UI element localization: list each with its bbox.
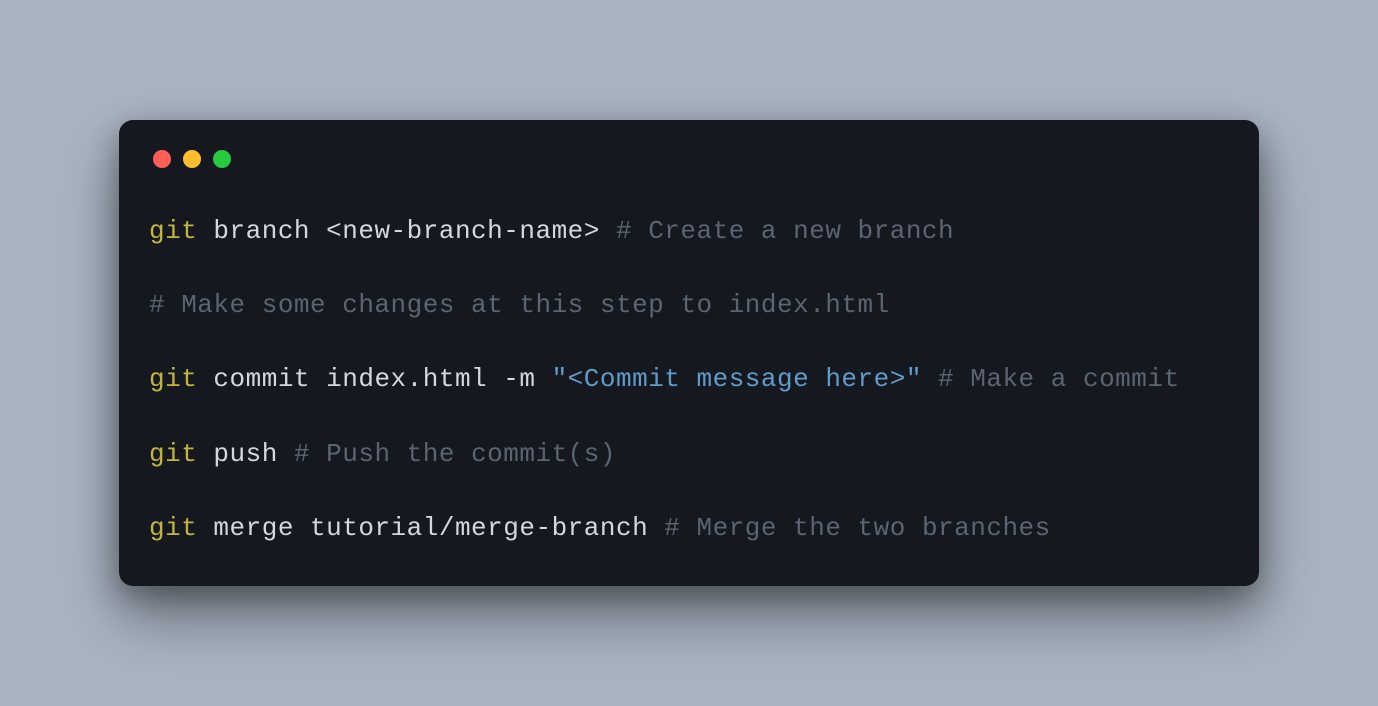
token-text: merge tutorial/merge-branch [197,513,664,543]
code-line-3: git commit index.html -m "<Commit messag… [149,361,1229,397]
token-comment: # Create a new branch [616,216,954,246]
token-text: push [197,439,294,469]
token-comment: # Make a commit [938,364,1180,394]
maximize-icon[interactable] [213,150,231,168]
code-content: git branch <new-branch-name> # Create a … [149,213,1229,547]
token-comment: # Push the commit(s) [294,439,616,469]
token-command: git [149,513,197,543]
token-comment: # Merge the two branches [664,513,1050,543]
code-line-1: git branch <new-branch-name> # Create a … [149,213,1229,249]
token-text [922,364,938,394]
window-titlebar [149,150,1229,168]
token-text: commit index.html [197,364,503,394]
token-command: git [149,216,197,246]
token-comment: # Make some changes at this step to inde… [149,290,890,320]
code-line-4: git push # Push the commit(s) [149,436,1229,472]
token-string: "<Commit message here>" [552,364,922,394]
minimize-icon[interactable] [183,150,201,168]
token-flag: -m [503,364,551,394]
terminal-window: git branch <new-branch-name> # Create a … [119,120,1259,587]
token-text: branch <new-branch-name> [197,216,616,246]
close-icon[interactable] [153,150,171,168]
token-command: git [149,439,197,469]
code-line-5: git merge tutorial/merge-branch # Merge … [149,510,1229,546]
code-line-2: # Make some changes at this step to inde… [149,287,1229,323]
token-command: git [149,364,197,394]
